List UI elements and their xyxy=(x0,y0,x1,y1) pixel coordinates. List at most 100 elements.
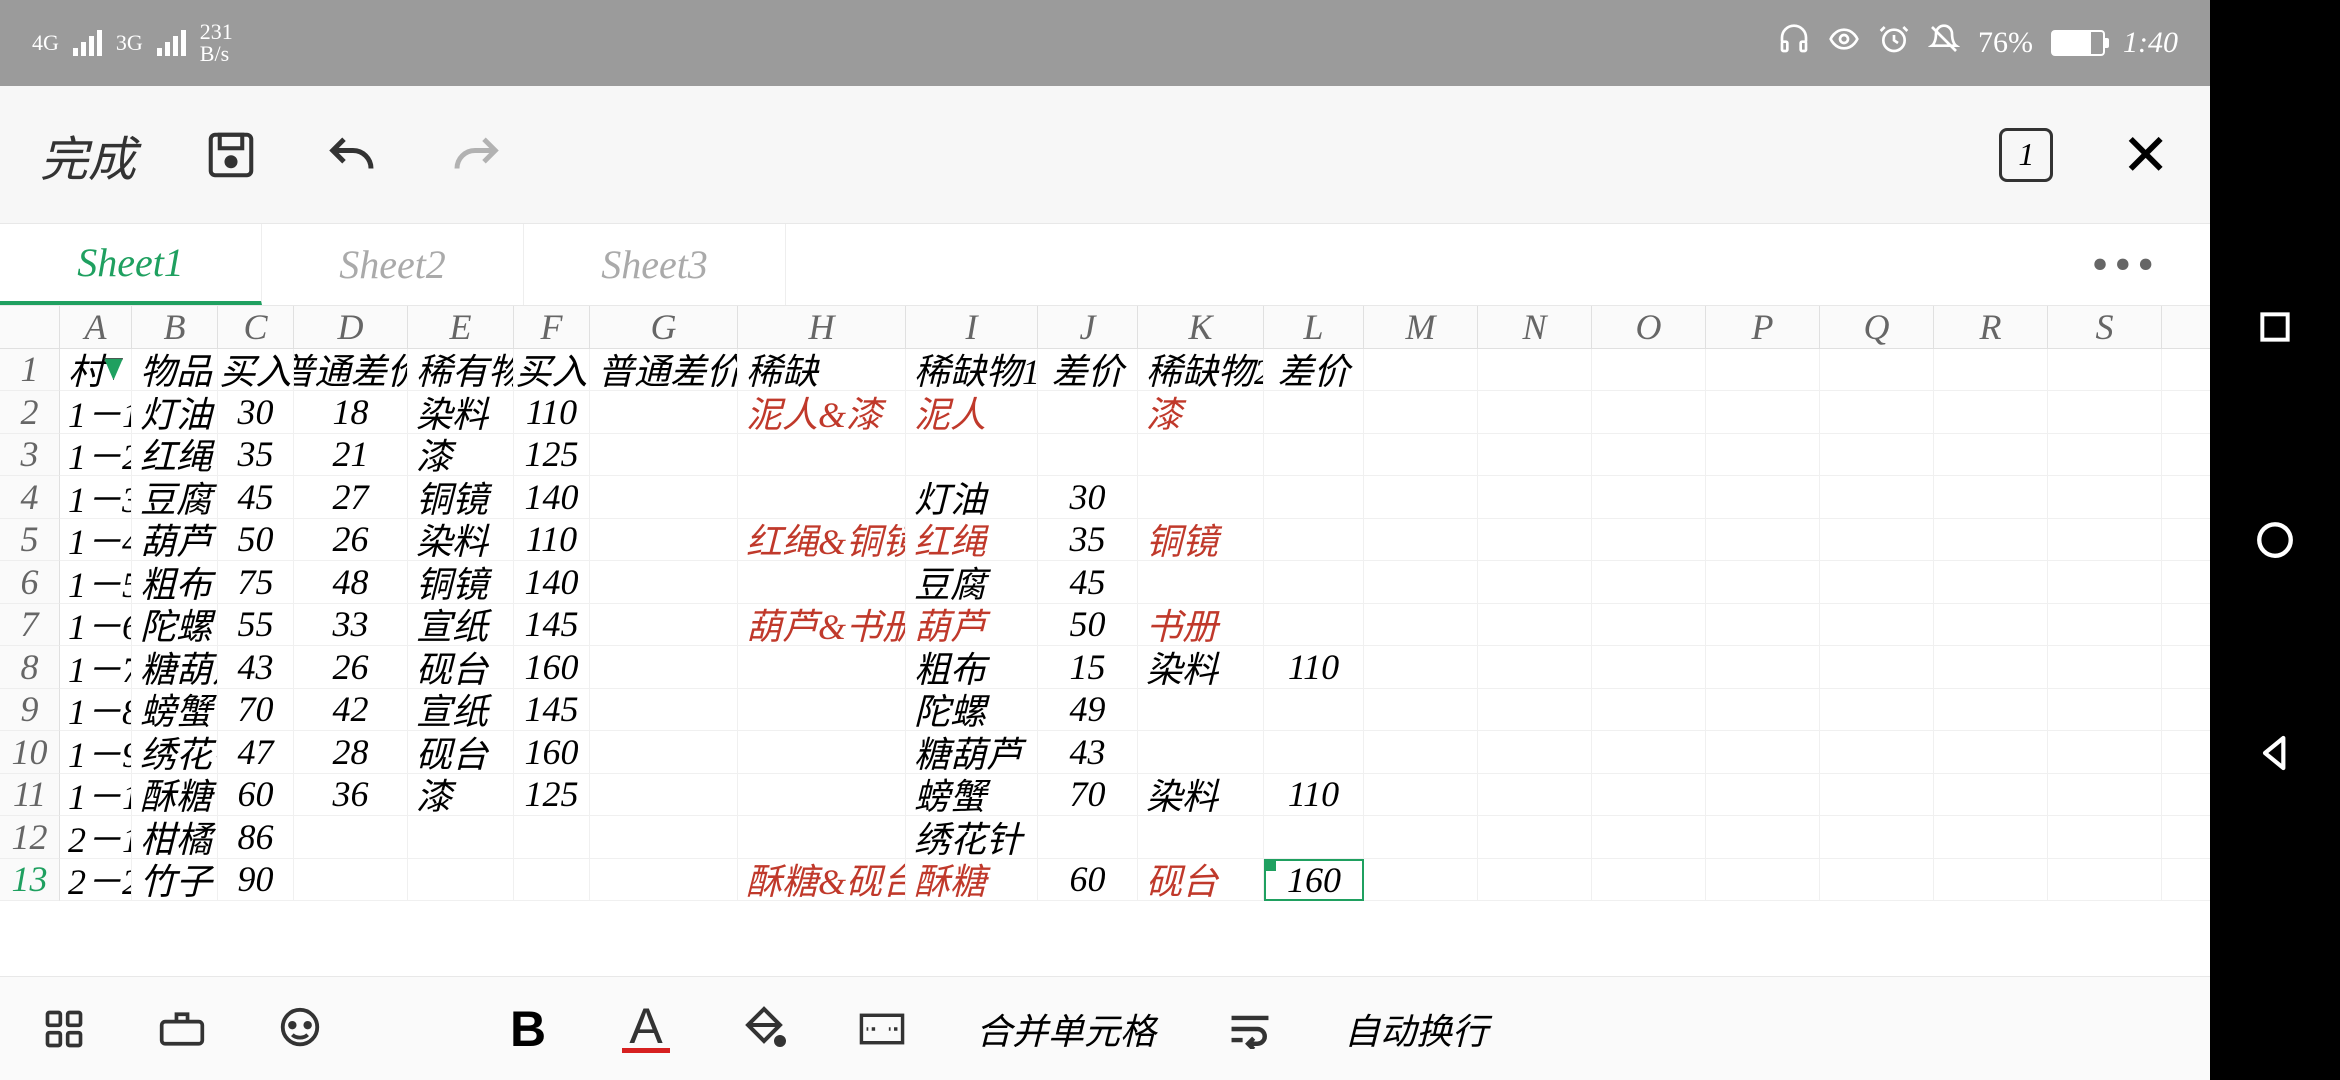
cell-E6[interactable]: 铜镜 xyxy=(408,561,514,604)
cell-J8[interactable]: 15 xyxy=(1038,646,1138,689)
cell-E1[interactable]: 稀有物 xyxy=(408,349,514,392)
cell-J13[interactable]: 60 xyxy=(1038,859,1138,902)
cell-R11[interactable] xyxy=(1934,774,2048,817)
cell-A4[interactable]: 1－3 xyxy=(60,476,132,519)
cell-J5[interactable]: 35 xyxy=(1038,519,1138,562)
cell-R13[interactable] xyxy=(1934,859,2048,902)
cell-I6[interactable]: 豆腐 xyxy=(906,561,1038,604)
cell-D3[interactable]: 21 xyxy=(294,434,408,477)
cell-B6[interactable]: 粗布 xyxy=(132,561,218,604)
cell-N9[interactable] xyxy=(1478,689,1592,732)
col-header-H[interactable]: H xyxy=(738,306,906,349)
row-header[interactable]: 3 xyxy=(0,434,60,477)
cell-H9[interactable] xyxy=(738,689,906,732)
cell-J7[interactable]: 50 xyxy=(1038,604,1138,647)
cell-H12[interactable] xyxy=(738,816,906,859)
col-header-E[interactable]: E xyxy=(408,306,514,349)
cell-R5[interactable] xyxy=(1934,519,2048,562)
cell-E2[interactable]: 染料 xyxy=(408,391,514,434)
cell-D5[interactable]: 26 xyxy=(294,519,408,562)
merge-cells-label[interactable]: 合并单元格 xyxy=(976,1003,1156,1055)
cell-D10[interactable]: 28 xyxy=(294,731,408,774)
cell-D12[interactable] xyxy=(294,816,408,859)
cell-P9[interactable] xyxy=(1706,689,1820,732)
cell-M2[interactable] xyxy=(1364,391,1478,434)
cell-P11[interactable] xyxy=(1706,774,1820,817)
cell-C7[interactable]: 55 xyxy=(218,604,294,647)
cell-T3[interactable] xyxy=(2162,434,2210,477)
nav-home-icon[interactable] xyxy=(2253,518,2297,562)
cell-K7[interactable]: 书册 xyxy=(1138,604,1264,647)
cell-S12[interactable] xyxy=(2048,816,2162,859)
cell-T8[interactable] xyxy=(2162,646,2210,689)
cell-R6[interactable] xyxy=(1934,561,2048,604)
cell-P5[interactable] xyxy=(1706,519,1820,562)
cell-R4[interactable] xyxy=(1934,476,2048,519)
save-icon[interactable] xyxy=(204,128,258,182)
cell-T13[interactable] xyxy=(2162,859,2210,902)
cell-L8[interactable]: 110 xyxy=(1264,646,1364,689)
spreadsheet-grid[interactable]: ABCDEFGHIJKLMNOPQRST1村物品买入普通差价稀有物买入普通差价稀… xyxy=(0,306,2210,976)
cell-B13[interactable]: 竹子 xyxy=(132,859,218,902)
row-header[interactable]: 7 xyxy=(0,604,60,647)
cell-B1[interactable]: 物品 xyxy=(132,349,218,392)
cell-H13[interactable]: 酥糖&砚台 xyxy=(738,859,906,902)
cell-S2[interactable] xyxy=(2048,391,2162,434)
cell-K1[interactable]: 稀缺物2 xyxy=(1138,349,1264,392)
cell-A7[interactable]: 1－6 xyxy=(60,604,132,647)
cell-I8[interactable]: 粗布 xyxy=(906,646,1038,689)
cell-B7[interactable]: 陀螺 xyxy=(132,604,218,647)
cell-C3[interactable]: 35 xyxy=(218,434,294,477)
cell-Q4[interactable] xyxy=(1820,476,1934,519)
cell-L7[interactable] xyxy=(1264,604,1364,647)
cell-N4[interactable] xyxy=(1478,476,1592,519)
col-header-I[interactable]: I xyxy=(906,306,1038,349)
cell-A10[interactable]: 1－9 xyxy=(60,731,132,774)
cell-K13[interactable]: 砚台 xyxy=(1138,859,1264,902)
cell-D9[interactable]: 42 xyxy=(294,689,408,732)
cell-G2[interactable] xyxy=(590,391,738,434)
cell-A8[interactable]: 1－7 xyxy=(60,646,132,689)
cell-S10[interactable] xyxy=(2048,731,2162,774)
cell-K3[interactable] xyxy=(1138,434,1264,477)
row-header[interactable]: 10 xyxy=(0,731,60,774)
selection-handle[interactable] xyxy=(1264,859,1276,871)
col-header-P[interactable]: P xyxy=(1706,306,1820,349)
row-header[interactable]: 1 xyxy=(0,349,60,392)
cell-K4[interactable] xyxy=(1138,476,1264,519)
cell-Q10[interactable] xyxy=(1820,731,1934,774)
cell-A6[interactable]: 1－5 xyxy=(60,561,132,604)
cell-L1[interactable]: 差价 xyxy=(1264,349,1364,392)
cell-T2[interactable] xyxy=(2162,391,2210,434)
cell-S7[interactable] xyxy=(2048,604,2162,647)
cell-S13[interactable] xyxy=(2048,859,2162,902)
fill-color-button[interactable] xyxy=(740,1005,788,1053)
cell-I1[interactable]: 稀缺物1 xyxy=(906,349,1038,392)
cell-L4[interactable] xyxy=(1264,476,1364,519)
cell-T6[interactable] xyxy=(2162,561,2210,604)
cell-I2[interactable]: 泥人 xyxy=(906,391,1038,434)
done-button[interactable]: 完成 xyxy=(40,120,136,190)
cell-L9[interactable] xyxy=(1264,689,1364,732)
cell-S6[interactable] xyxy=(2048,561,2162,604)
cell-G13[interactable] xyxy=(590,859,738,902)
tab-sheet2[interactable]: Sheet2 xyxy=(262,224,524,305)
cell-B9[interactable]: 螃蟹 xyxy=(132,689,218,732)
cell-N8[interactable] xyxy=(1478,646,1592,689)
col-header-D[interactable]: D xyxy=(294,306,408,349)
col-header-L[interactable]: L xyxy=(1264,306,1364,349)
cell-D4[interactable]: 27 xyxy=(294,476,408,519)
cell-G9[interactable] xyxy=(590,689,738,732)
cell-Q9[interactable] xyxy=(1820,689,1934,732)
cell-L11[interactable]: 110 xyxy=(1264,774,1364,817)
cell-L12[interactable] xyxy=(1264,816,1364,859)
cell-B2[interactable]: 灯油 xyxy=(132,391,218,434)
cell-E11[interactable]: 漆 xyxy=(408,774,514,817)
col-header-Q[interactable]: Q xyxy=(1820,306,1934,349)
cell-E4[interactable]: 铜镜 xyxy=(408,476,514,519)
col-header-B[interactable]: B xyxy=(132,306,218,349)
cell-R3[interactable] xyxy=(1934,434,2048,477)
col-header-N[interactable]: N xyxy=(1478,306,1592,349)
row-header[interactable]: 9 xyxy=(0,689,60,732)
cell-C9[interactable]: 70 xyxy=(218,689,294,732)
